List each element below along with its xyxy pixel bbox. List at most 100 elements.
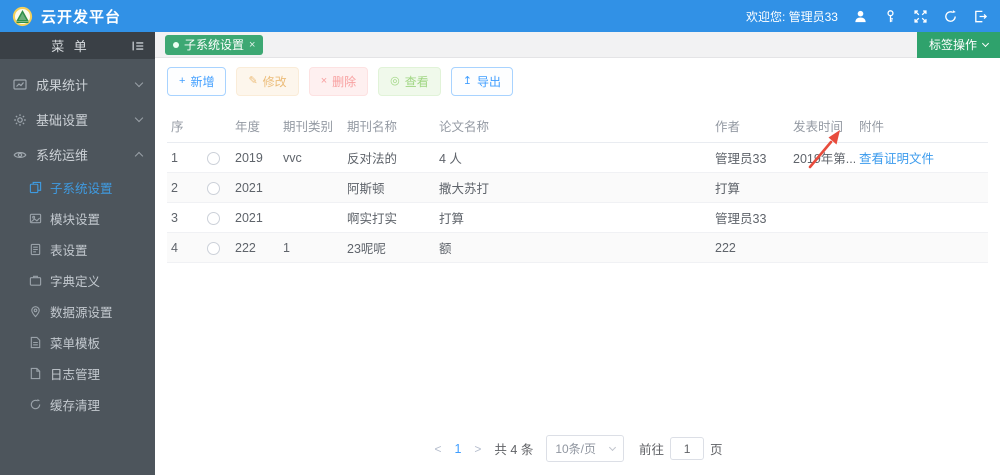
- chevron-down-icon: [134, 78, 144, 88]
- cell-paper-name: 4 人: [435, 142, 711, 173]
- col-header-paper-name: 论文名称: [435, 109, 711, 143]
- sidebar-group-system-ops[interactable]: 系统运维: [0, 137, 155, 172]
- current-page[interactable]: 1: [450, 442, 465, 456]
- eye-icon: ◎: [390, 75, 400, 87]
- user-icon[interactable]: [853, 9, 868, 24]
- password-key-icon[interactable]: [883, 9, 898, 24]
- pagination: < 1 > 共 4 条 10条/页 前往 页: [432, 435, 723, 462]
- col-header-radio: [203, 109, 231, 143]
- edit-button[interactable]: ✎ 修改: [236, 67, 299, 96]
- image-icon: [29, 213, 42, 224]
- main-layout: 菜 单 成果统计 基础设置 系统运维 子系统设置 模块设置 表设置 字典定义 数…: [0, 31, 1000, 475]
- goto-label: 前往: [639, 443, 665, 457]
- table-row: 4 222 1 23呢呢 额 222: [167, 232, 988, 263]
- tab-bar: 子系统设置 × 标签操作: [155, 31, 1000, 58]
- prev-page-button[interactable]: <: [432, 442, 443, 456]
- stats-icon: [13, 78, 27, 90]
- sidebar-item-table-settings[interactable]: 表设置: [0, 234, 155, 265]
- document-lines-icon: [30, 243, 41, 256]
- page-size-value: 10条/页: [555, 442, 597, 456]
- cell-author: 222: [711, 232, 789, 263]
- refresh-icon: [30, 398, 41, 410]
- content-area: + 新增 ✎ 修改 × 删除 ◎ 查看 ↥ 导出 序 年度 期刊类别 期刊名称 …: [155, 58, 1000, 475]
- sidebar-group-label: 系统运维: [36, 148, 89, 163]
- sidebar-item-module-settings[interactable]: 模块设置: [0, 203, 155, 234]
- cell-index: 4: [167, 232, 203, 263]
- cell-paper-name: 撒大苏打: [435, 172, 711, 203]
- next-page-button[interactable]: >: [472, 442, 483, 456]
- log-file-icon: [30, 367, 41, 380]
- plus-icon: +: [179, 75, 186, 87]
- page-size-select[interactable]: 10条/页: [546, 435, 625, 462]
- edit-button-label: 修改: [262, 75, 287, 89]
- export-button-label: 导出: [476, 75, 501, 89]
- cell-year: 2021: [231, 202, 279, 233]
- view-certificate-link[interactable]: 查看证明文件: [859, 152, 934, 166]
- row-radio-button[interactable]: [207, 151, 220, 165]
- document-icon: [30, 336, 41, 349]
- tag-operations-label: 标签操作: [928, 38, 977, 52]
- sidebar-item-subsystem-settings[interactable]: 子系统设置: [0, 172, 155, 203]
- menu-title: 菜 单: [51, 39, 90, 54]
- cell-journal-name: 23呢呢: [343, 232, 435, 263]
- row-radio-button[interactable]: [207, 181, 220, 195]
- cell-journal-type: 1: [279, 232, 343, 263]
- col-header-index: 序: [167, 109, 203, 143]
- sidebar-item-label: 子系统设置: [50, 182, 113, 196]
- cell-attachment: [855, 202, 988, 233]
- cell-attachment: [855, 172, 988, 203]
- view-button-label: 查看: [404, 75, 429, 89]
- refresh-icon[interactable]: [943, 9, 958, 24]
- sidebar-item-label: 菜单模板: [50, 337, 101, 351]
- sidebar-item-label: 表设置: [50, 244, 88, 258]
- table-header-row: 序 年度 期刊类别 期刊名称 论文名称 作者 发表时间 附件: [167, 109, 988, 143]
- sidebar-item-log-management[interactable]: 日志管理: [0, 358, 155, 389]
- fullscreen-icon[interactable]: [913, 9, 928, 24]
- copy-icon: [29, 181, 42, 194]
- goto-page: 前往 页: [639, 437, 723, 460]
- cell-year: 222: [231, 232, 279, 263]
- export-icon: ↥: [462, 75, 472, 87]
- gear-icon: [14, 113, 26, 126]
- cell-author: 打算: [711, 172, 789, 203]
- cell-publish-time: [789, 172, 855, 203]
- welcome-text: 欢迎您: 管理员33: [745, 9, 838, 24]
- cell-journal-name: 反对法的: [343, 142, 435, 173]
- export-button[interactable]: ↥ 导出: [450, 67, 513, 96]
- topbar: 云开发平台 欢迎您: 管理员33: [0, 0, 1000, 32]
- col-header-journal-name: 期刊名称: [343, 109, 435, 143]
- sidebar-item-menu-template[interactable]: 菜单模板: [0, 327, 155, 358]
- total-count: 共 4 条: [494, 443, 534, 457]
- cell-index: 2: [167, 172, 203, 203]
- col-header-year: 年度: [231, 109, 279, 143]
- cell-journal-type: [279, 202, 343, 233]
- tab-close-icon[interactable]: ×: [249, 39, 255, 51]
- logout-icon[interactable]: [973, 9, 988, 24]
- sidebar-group-stats[interactable]: 成果统计: [0, 67, 155, 102]
- tag-operations-button[interactable]: 标签操作: [916, 31, 1000, 58]
- add-button[interactable]: + 新增: [167, 67, 227, 96]
- sidebar-group-basic-settings[interactable]: 基础设置: [0, 102, 155, 137]
- goto-page-input[interactable]: [670, 437, 705, 460]
- sidebar-item-datasource-settings[interactable]: 数据源设置: [0, 296, 155, 327]
- row-radio-button[interactable]: [207, 241, 220, 255]
- location-pin-icon: [31, 306, 40, 318]
- view-button[interactable]: ◎ 查看: [378, 67, 441, 96]
- cell-index: 1: [167, 142, 203, 173]
- tab-subsystem-settings[interactable]: 子系统设置 ×: [165, 34, 264, 55]
- row-radio-button[interactable]: [207, 211, 220, 225]
- main-panel: 子系统设置 × 标签操作 + 新增 ✎ 修改 × 删除 ◎ 查看 ↥ 导出 序 …: [155, 31, 1000, 475]
- collapse-menu-icon[interactable]: [131, 39, 145, 53]
- sidebar-item-label: 数据源设置: [50, 306, 113, 320]
- sidebar-item-label: 模块设置: [50, 213, 101, 227]
- sidebar-group-label: 基础设置: [36, 113, 89, 128]
- table-row: 3 2021 啊实打实 打算 管理员33: [167, 202, 988, 233]
- delete-button[interactable]: × 删除: [308, 67, 369, 96]
- sidebar-item-cache-clear[interactable]: 缓存清理: [0, 389, 155, 420]
- cell-journal-type: vvc: [279, 142, 343, 173]
- sidebar-item-dictionary-definition[interactable]: 字典定义: [0, 265, 155, 296]
- pencil-icon: ✎: [248, 75, 258, 87]
- tab-label: 子系统设置: [184, 38, 245, 52]
- chevron-down-icon: [608, 443, 617, 451]
- cell-journal-name: 阿斯顿: [343, 172, 435, 203]
